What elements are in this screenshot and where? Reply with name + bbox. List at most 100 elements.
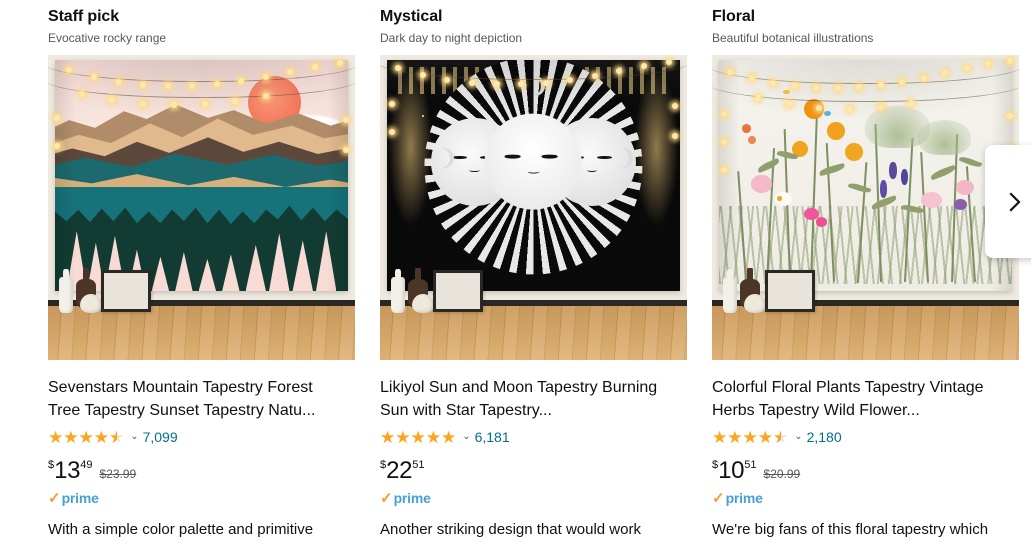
price: $2251	[380, 457, 424, 485]
card-heading: Staff pick	[48, 8, 120, 25]
light-glow	[386, 64, 434, 232]
marigold-bloom	[803, 98, 825, 120]
list-price: $20.99	[763, 467, 801, 481]
card-heading: Floral	[712, 8, 755, 25]
round-vase	[412, 293, 435, 313]
lavender-spike	[900, 168, 908, 185]
price-fraction: 49	[80, 459, 93, 471]
editorial-blurb: With a simple color palette and primitiv…	[48, 521, 314, 538]
room-scene	[380, 55, 687, 360]
marigold-bloom	[827, 122, 845, 140]
picture-frame	[765, 269, 815, 312]
editorial-blurb: We're big fans of this floral tapestry w…	[712, 521, 989, 538]
picture-frame	[101, 269, 151, 312]
room-scene	[712, 55, 1019, 360]
room-scene	[48, 55, 355, 360]
orange-bud	[748, 136, 756, 144]
price-symbol: $	[380, 459, 387, 471]
wood-floor	[48, 305, 355, 360]
prime-badge: ✓ prime	[48, 490, 355, 506]
wood-floor	[712, 305, 1019, 360]
sun-face-center	[485, 113, 582, 210]
pink-bloom	[751, 175, 772, 194]
pink-bloom	[921, 191, 942, 208]
product-title[interactable]: Sevenstars Mountain Tapestry Forest Tree…	[48, 376, 348, 422]
price-symbol: $	[48, 459, 55, 471]
orange-bud	[742, 124, 752, 134]
lavender-spike	[880, 180, 888, 198]
price-whole: 13	[54, 457, 81, 484]
prime-label: prime	[393, 489, 431, 506]
price: $1051	[712, 457, 756, 485]
round-vase	[744, 293, 767, 313]
tall-vase	[59, 268, 73, 313]
price-whole: 22	[386, 457, 413, 484]
chevron-down-icon[interactable]: ⌄	[130, 432, 138, 442]
price-fraction: 51	[412, 459, 425, 471]
product-card[interactable]: Staff pick Evocative rocky range Sevenst…	[48, 0, 355, 558]
star-rating[interactable]: ★★★★★★★★★★	[380, 429, 456, 446]
prime-label: prime	[725, 489, 763, 506]
price: $1349	[48, 457, 92, 485]
card-subheading: Dark day to night depiction	[380, 31, 523, 45]
purple-bloom	[953, 198, 967, 211]
picture-frame	[433, 269, 483, 312]
prime-check-icon: ✓	[48, 489, 61, 507]
floor-decor	[721, 255, 825, 313]
carousel-next-button[interactable]	[985, 145, 1031, 258]
product-card[interactable]: Floral Beautiful botanical illustrations	[712, 0, 1019, 558]
price-row: $1051 $20.99	[712, 457, 1019, 484]
rating-row[interactable]: ★★★★★★★★★★ ⌄ 7,099	[48, 428, 355, 446]
product-title-text[interactable]: Sevenstars Mountain Tapestry Forest Tree…	[48, 379, 315, 419]
prime-badge: ✓ prime	[380, 490, 687, 506]
prime-check-icon: ✓	[712, 489, 725, 507]
chevron-down-icon[interactable]: ⌄	[794, 432, 802, 442]
product-title[interactable]: Likiyol Sun and Moon Tapestry Burning Su…	[380, 376, 680, 422]
price-row: $2251	[380, 457, 687, 484]
star-rating[interactable]: ★★★★★★★★★★	[712, 429, 788, 446]
rating-count[interactable]: 2,180	[807, 429, 842, 445]
butterfly	[783, 89, 790, 95]
price-row: $1349 $23.99	[48, 457, 355, 484]
rating-row[interactable]: ★★★★★ ★★★★★ ⌄ 6,181	[380, 428, 687, 446]
editorial-blurb: Another striking design that would work	[380, 521, 641, 538]
price-symbol: $	[712, 459, 719, 471]
round-vase	[80, 293, 103, 313]
product-card[interactable]: Mystical Dark day to night depiction Lik…	[380, 0, 687, 558]
star-rating-fill: ★★★★★	[712, 428, 781, 446]
floor-decor	[57, 255, 161, 313]
wood-floor	[380, 305, 687, 360]
rating-count[interactable]: 7,099	[143, 429, 178, 445]
chevron-right-icon	[1008, 191, 1022, 213]
light-glow	[633, 64, 681, 232]
product-title-text[interactable]: Colorful Floral Plants Tapestry Vintage …	[712, 379, 984, 419]
star-rating[interactable]: ★★★★★★★★★★	[48, 429, 124, 446]
price-fraction: 51	[744, 459, 757, 471]
chevron-down-icon[interactable]: ⌄	[462, 432, 470, 442]
product-image[interactable]	[48, 55, 355, 360]
prime-label: prime	[61, 489, 99, 506]
rating-count[interactable]: 6,181	[475, 429, 510, 445]
pink-bloom	[956, 180, 975, 195]
product-title-text[interactable]: Likiyol Sun and Moon Tapestry Burning Su…	[380, 379, 657, 419]
rating-row[interactable]: ★★★★★★★★★★ ⌄ 2,180	[712, 428, 1019, 446]
product-image[interactable]	[380, 55, 687, 360]
star-rating-fill: ★★★★★	[380, 428, 457, 446]
product-image[interactable]	[712, 55, 1019, 360]
card-heading: Mystical	[380, 8, 443, 25]
lavender-spike	[888, 161, 897, 180]
tall-vase	[391, 268, 405, 313]
marigold-bloom	[844, 143, 863, 161]
list-price: $23.99	[99, 467, 137, 481]
umbel-flower	[918, 119, 972, 155]
card-subheading: Beautiful botanical illustrations	[712, 31, 874, 45]
card-subheading: Evocative rocky range	[48, 31, 167, 45]
prime-badge: ✓ prime	[712, 490, 1019, 506]
butterfly	[824, 110, 832, 116]
floor-decor	[389, 255, 493, 313]
product-title[interactable]: Colorful Floral Plants Tapestry Vintage …	[712, 376, 1012, 422]
prime-check-icon: ✓	[380, 489, 393, 507]
star-rating-fill: ★★★★★	[48, 428, 117, 446]
tall-vase	[723, 268, 737, 313]
price-whole: 10	[718, 457, 745, 484]
